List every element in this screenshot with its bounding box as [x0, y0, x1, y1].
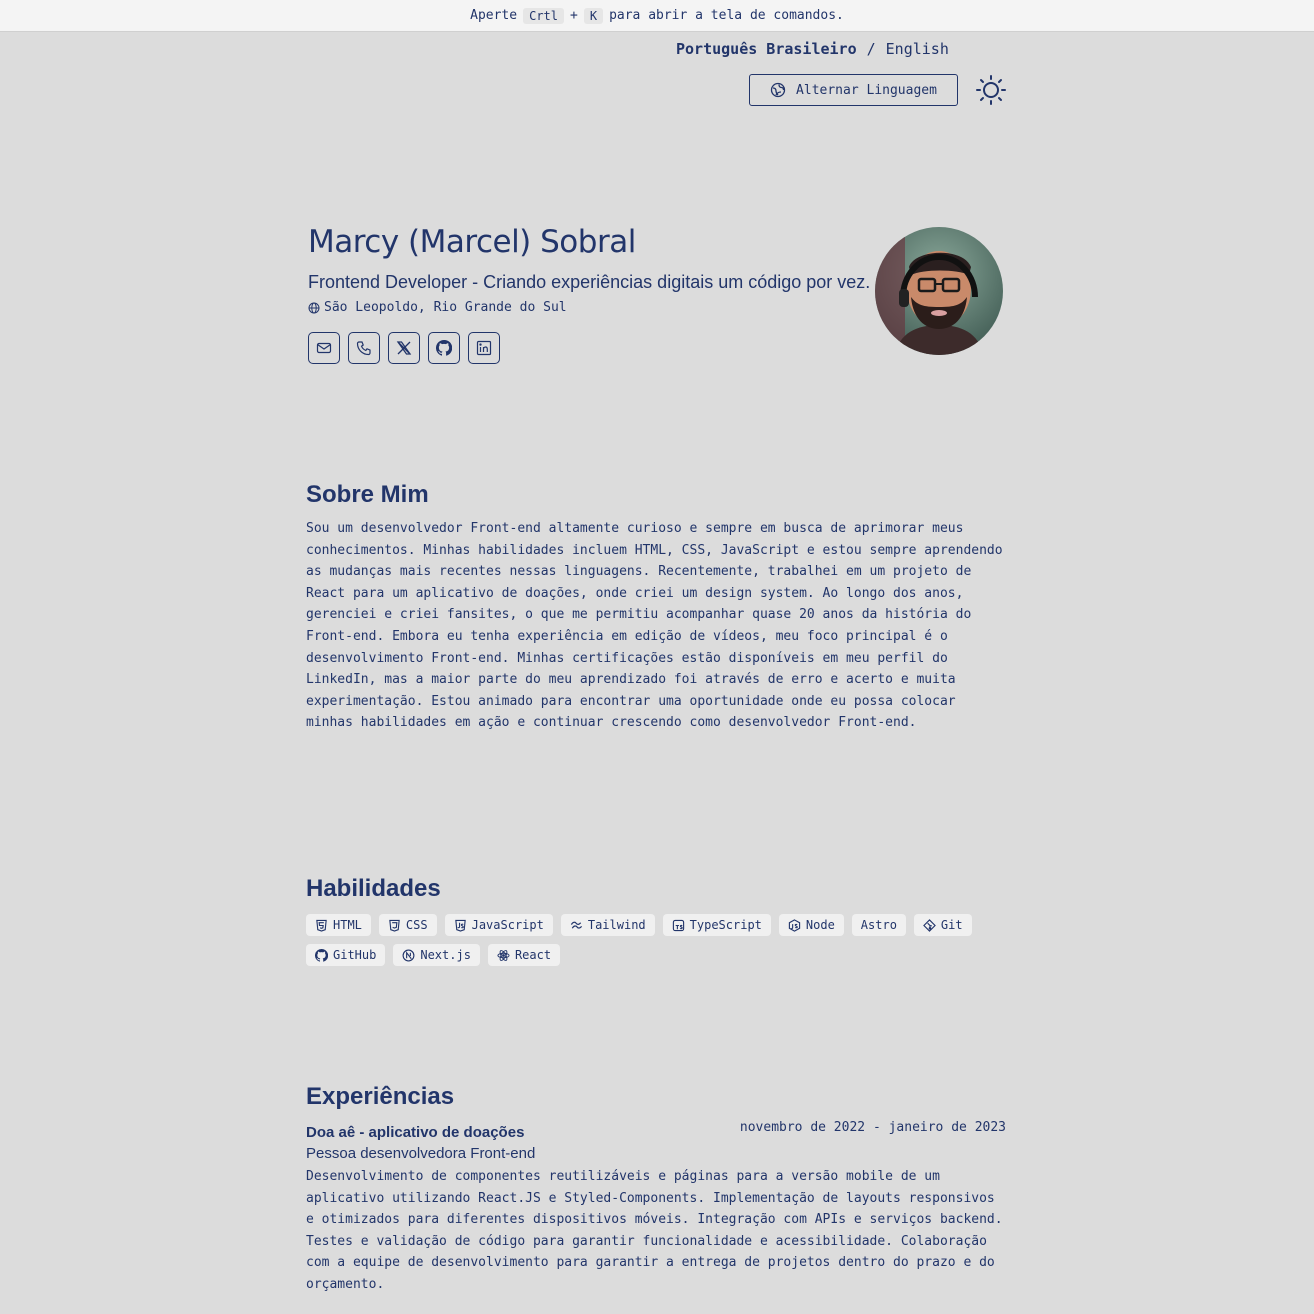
skill-label: Git: [940, 918, 963, 932]
skill-chip: React: [487, 944, 561, 966]
typescript-icon: [672, 919, 684, 931]
skill-label: Tailwind: [587, 918, 646, 932]
translate-icon: [770, 82, 786, 98]
toggle-language-label: Alternar Linguagem: [796, 82, 937, 98]
profile-avatar: [875, 227, 1003, 355]
profile-name: Marcy (Marcel) Sobral: [308, 224, 636, 260]
toggle-language-button[interactable]: Alternar Linguagem: [749, 74, 958, 106]
x-twitter-button[interactable]: [388, 332, 420, 364]
x-icon: [396, 341, 412, 355]
email-button[interactable]: [308, 332, 340, 364]
language-switcher: Português Brasileiro / English: [676, 40, 949, 58]
skill-chip: JavaScript: [444, 914, 553, 936]
skill-label: React: [514, 948, 552, 962]
linkedin-icon: [476, 340, 492, 356]
tailwind-icon: [570, 921, 582, 929]
skill-chip: CSS: [378, 914, 437, 936]
phone-icon: [356, 341, 371, 356]
experience-dates: novembro de 2022 - janeiro de 2023: [739, 1120, 1006, 1135]
skill-chip: HTML: [306, 914, 371, 936]
skill-chip: Tailwind: [560, 914, 655, 936]
about-title: Sobre Mim: [306, 481, 429, 508]
kbd-k: K: [583, 7, 604, 24]
skill-chip: TypeScript: [662, 914, 771, 936]
social-links: [308, 332, 500, 364]
skill-chip: Node: [778, 914, 844, 936]
skill-label: GitHub: [333, 948, 377, 962]
command-hint-bar: Aperte Crtl + K para abrir a tela de com…: [0, 0, 1314, 32]
skill-label: JavaScript: [471, 918, 544, 932]
experience-role: Pessoa desenvolvedora Front-end: [306, 1145, 536, 1162]
theme-toggle-button[interactable]: [975, 74, 1007, 106]
experience-title: Experiências: [306, 1083, 455, 1110]
experience-company: Doa aê - aplicativo de doações: [306, 1124, 525, 1141]
skill-label: Next.js: [420, 948, 471, 962]
github-button[interactable]: [428, 332, 460, 364]
about-text: Sou um desenvolvedor Front-end altamente…: [306, 521, 1003, 731]
github-icon: [315, 948, 328, 962]
skill-label: TypeScript: [689, 918, 762, 932]
phone-button[interactable]: [348, 332, 380, 364]
skill-label: Node: [805, 918, 835, 932]
lang-portuguese[interactable]: Português Brasileiro: [676, 40, 857, 58]
profile-location: São Leopoldo, Rio Grande do Sul: [308, 300, 567, 315]
kbd-ctrl: Crtl: [523, 7, 564, 24]
github-icon: [436, 340, 452, 356]
globe-icon: [308, 302, 320, 313]
html5-icon: [316, 919, 327, 932]
avatar-photo: [875, 227, 1003, 355]
skills-list: HTML CSS JavaScript Tailwind TypeScript …: [306, 914, 1016, 966]
mail-icon: [316, 342, 332, 354]
linkedin-button[interactable]: [468, 332, 500, 364]
hint-prefix: Aperte: [470, 8, 518, 23]
nodejs-icon: [788, 918, 801, 932]
location-text: São Leopoldo, Rio Grande do Sul: [324, 300, 567, 315]
git-icon: [923, 918, 936, 932]
sun-icon: [976, 75, 1006, 105]
nextjs-icon: [402, 949, 415, 961]
skill-chip: Next.js: [393, 944, 480, 966]
react-icon: [497, 949, 510, 961]
css3-icon: [389, 919, 400, 932]
lang-separator: /: [866, 40, 876, 58]
skill-label: Astro: [860, 918, 897, 932]
lang-english[interactable]: English: [886, 40, 949, 58]
skill-label: CSS: [405, 918, 428, 932]
hint-plus: +: [570, 8, 578, 23]
skill-chip: Astro: [851, 914, 906, 936]
profile-subtitle: Frontend Developer - Criando experiência…: [308, 272, 871, 292]
hint-suffix: para abrir a tela de comandos.: [609, 8, 844, 23]
skill-label: HTML: [333, 918, 362, 932]
experience-description: Desenvolvimento de componentes reutilizá…: [306, 1169, 1003, 1292]
skill-chip: GitHub: [306, 944, 386, 966]
skills-title: Habilidades: [306, 875, 441, 902]
javascript-icon: [454, 919, 466, 932]
skill-chip: Git: [913, 914, 972, 936]
